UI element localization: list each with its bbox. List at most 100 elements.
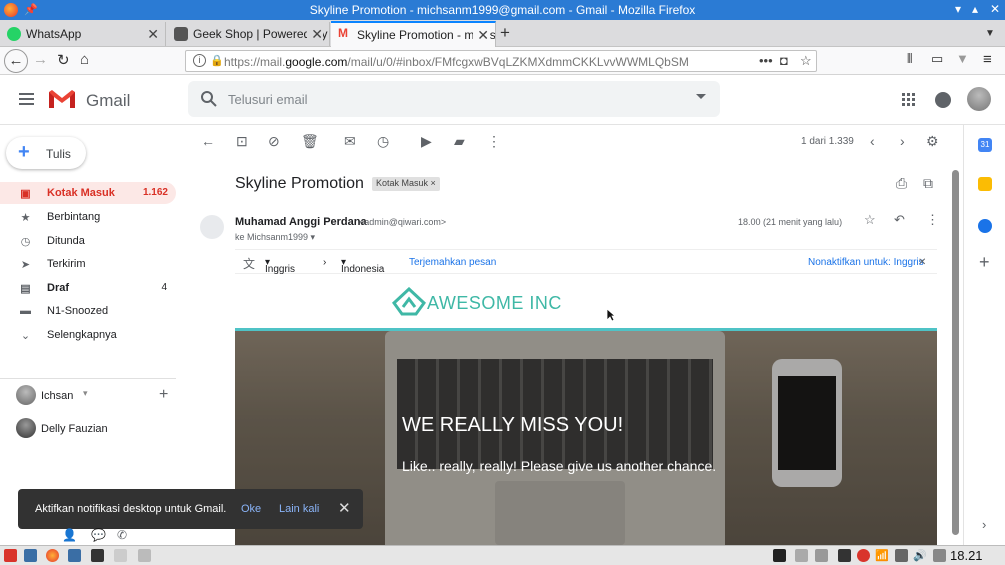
extension-icon[interactable]: ▼	[956, 51, 969, 66]
terminal-icon[interactable]	[91, 549, 104, 562]
contacts-icon[interactable]: 👤	[62, 528, 77, 542]
list-tabs-icon[interactable]: ▼	[985, 28, 995, 39]
later-button[interactable]: Lain kali	[279, 503, 319, 515]
print-icon[interactable]: ⎙	[896, 175, 907, 192]
open-new-window-icon[interactable]: ⧉	[923, 175, 933, 192]
close-tab-icon[interactable]: ✕	[147, 26, 159, 43]
minimize-icon[interactable]: ▾	[955, 2, 961, 16]
newer-icon[interactable]: ‹	[870, 133, 875, 149]
move-to-icon[interactable]: ▶	[421, 133, 432, 150]
search-icon[interactable]	[200, 90, 218, 108]
battery-icon[interactable]	[838, 549, 851, 562]
scrollbar[interactable]	[952, 170, 959, 535]
page-actions-icon[interactable]: •••	[759, 53, 773, 68]
keep-icon[interactable]	[978, 177, 992, 191]
sidebar-item-snoozed[interactable]: ◷ Ditunda	[0, 230, 176, 252]
clock[interactable]: 18.21	[950, 548, 983, 563]
snooze-icon[interactable]: ◷	[377, 133, 389, 150]
desktop-icon[interactable]	[24, 549, 37, 562]
target-language-select[interactable]: Indonesia ▾	[341, 257, 384, 275]
url-text[interactable]: https://mail.google.com/mail/u/0/#inbox/…	[224, 55, 689, 69]
wifi-icon[interactable]: 📶	[875, 549, 889, 562]
security-icon[interactable]	[857, 549, 870, 562]
calculator-icon[interactable]	[138, 549, 151, 562]
firefox-taskbar-icon[interactable]	[46, 549, 59, 562]
older-icon[interactable]: ›	[900, 133, 905, 149]
gmail-logo-icon[interactable]	[48, 88, 76, 110]
tab-gmail[interactable]: M Skyline Promotion - michsa ✕	[331, 21, 496, 47]
label-icon[interactable]: ▰	[454, 133, 465, 150]
url-bar[interactable]: i 🔒 https://mail.google.com/mail/u/0/#in…	[185, 50, 817, 72]
apps-grid-icon[interactable]	[902, 93, 915, 106]
mark-unread-icon[interactable]: ✉	[344, 133, 356, 150]
sidebar-item-inbox[interactable]: ▣ Kotak Masuk 1.162	[0, 182, 176, 204]
keyboard-icon[interactable]	[933, 549, 946, 562]
chat-icon[interactable]: 💬	[91, 528, 106, 542]
file-manager-icon[interactable]	[68, 549, 81, 562]
terminal-tray-icon[interactable]	[773, 549, 786, 562]
archive-icon[interactable]: ⊡	[236, 133, 248, 150]
source-language-select[interactable]: Inggris ▾	[265, 257, 295, 275]
disable-translate-link[interactable]: Nonaktifkan untuk: Inggris	[808, 257, 924, 268]
hangouts-contact[interactable]: Delly Fauzian	[16, 418, 176, 440]
bookmark-star-icon[interactable]: ☆	[800, 53, 812, 69]
close-tab-icon[interactable]: ✕	[307, 26, 323, 43]
sidebar-item-starred[interactable]: ★ Berbintang	[0, 206, 176, 228]
expand-panel-icon[interactable]: ›	[982, 517, 986, 532]
pocket-icon[interactable]: ◘	[780, 53, 788, 68]
close-icon[interactable]: ✕	[918, 257, 926, 268]
info-icon[interactable]: i	[193, 54, 206, 67]
star-icon[interactable]: ☆	[864, 212, 876, 228]
account-avatar[interactable]	[967, 87, 991, 111]
hangouts-bottom-bar: 👤 💬 ✆	[55, 528, 135, 546]
menu-icon[interactable]: ≡	[983, 51, 992, 68]
close-tab-icon[interactable]: ✕	[473, 27, 489, 44]
reply-icon[interactable]: ↶	[894, 212, 905, 228]
hangouts-user[interactable]: Ichsan ▾ +	[16, 385, 176, 407]
new-conversation-icon[interactable]: +	[159, 386, 168, 404]
ok-button[interactable]: Oke	[241, 503, 261, 515]
close-icon[interactable]: ✕	[338, 499, 351, 517]
calendar-icon[interactable]: 31	[978, 138, 992, 152]
sidebar-item-sent[interactable]: ➤ Terkirim	[0, 253, 176, 275]
recipient-details[interactable]: ke Michsanm1999 ▾	[235, 232, 315, 243]
library-icon[interactable]: ⫴	[907, 51, 912, 67]
sidebar-item-n1-snoozed[interactable]: ▬ N1-Snoozed	[0, 300, 176, 322]
close-window-icon[interactable]: ✕	[990, 2, 1000, 16]
main-menu-icon[interactable]	[19, 93, 34, 108]
sidebar-item-more[interactable]: ⌄ Selengkapnya	[0, 324, 176, 346]
more-options-icon[interactable]: ⋮	[487, 133, 501, 150]
maximize-icon[interactable]: ▴	[972, 2, 978, 16]
tasks-icon[interactable]	[978, 219, 992, 233]
volume-icon[interactable]: 🔊	[913, 549, 927, 562]
forward-icon[interactable]: →	[33, 51, 48, 68]
new-tab-icon[interactable]: +	[500, 23, 510, 43]
clipboard-icon[interactable]	[795, 549, 808, 562]
compose-button[interactable]: + Tulis	[6, 137, 86, 169]
report-spam-icon[interactable]: ⊘	[268, 133, 280, 150]
back-icon[interactable]: ←	[4, 49, 28, 73]
add-addon-icon[interactable]: +	[979, 252, 990, 273]
status-dropdown-icon[interactable]: ▾	[83, 388, 88, 399]
bluetooth-icon[interactable]	[895, 549, 908, 562]
tab-geek-shop[interactable]: Geek Shop | Powered By T ✕	[167, 22, 330, 46]
sender-avatar	[200, 215, 224, 239]
settings-gear-icon[interactable]: ⚙	[926, 133, 939, 150]
more-icon[interactable]: ⋮	[926, 212, 939, 228]
home-icon[interactable]: ⌂	[80, 51, 89, 68]
app-icon[interactable]	[114, 549, 127, 562]
search-options-icon[interactable]	[696, 94, 706, 99]
reload-icon[interactable]: ↻	[57, 51, 70, 69]
start-menu-icon[interactable]	[4, 549, 17, 562]
back-to-inbox-icon[interactable]: ←	[201, 133, 215, 149]
sidebar-icon[interactable]: ▭	[931, 51, 943, 67]
sidebar-item-drafts[interactable]: ▤ Draf 4	[0, 277, 176, 299]
phone-icon[interactable]: ✆	[117, 528, 127, 542]
tab-whatsapp[interactable]: WhatsApp ✕	[0, 22, 166, 46]
tray-icon[interactable]	[815, 549, 828, 562]
inbox-label-chip[interactable]: Kotak Masuk ×	[372, 177, 440, 191]
search-bar[interactable]: Telusuri email	[188, 81, 720, 117]
translate-message-link[interactable]: Terjemahkan pesan	[409, 257, 496, 268]
delete-icon[interactable]: 🗑	[301, 133, 319, 150]
notifications-icon[interactable]	[935, 92, 951, 108]
